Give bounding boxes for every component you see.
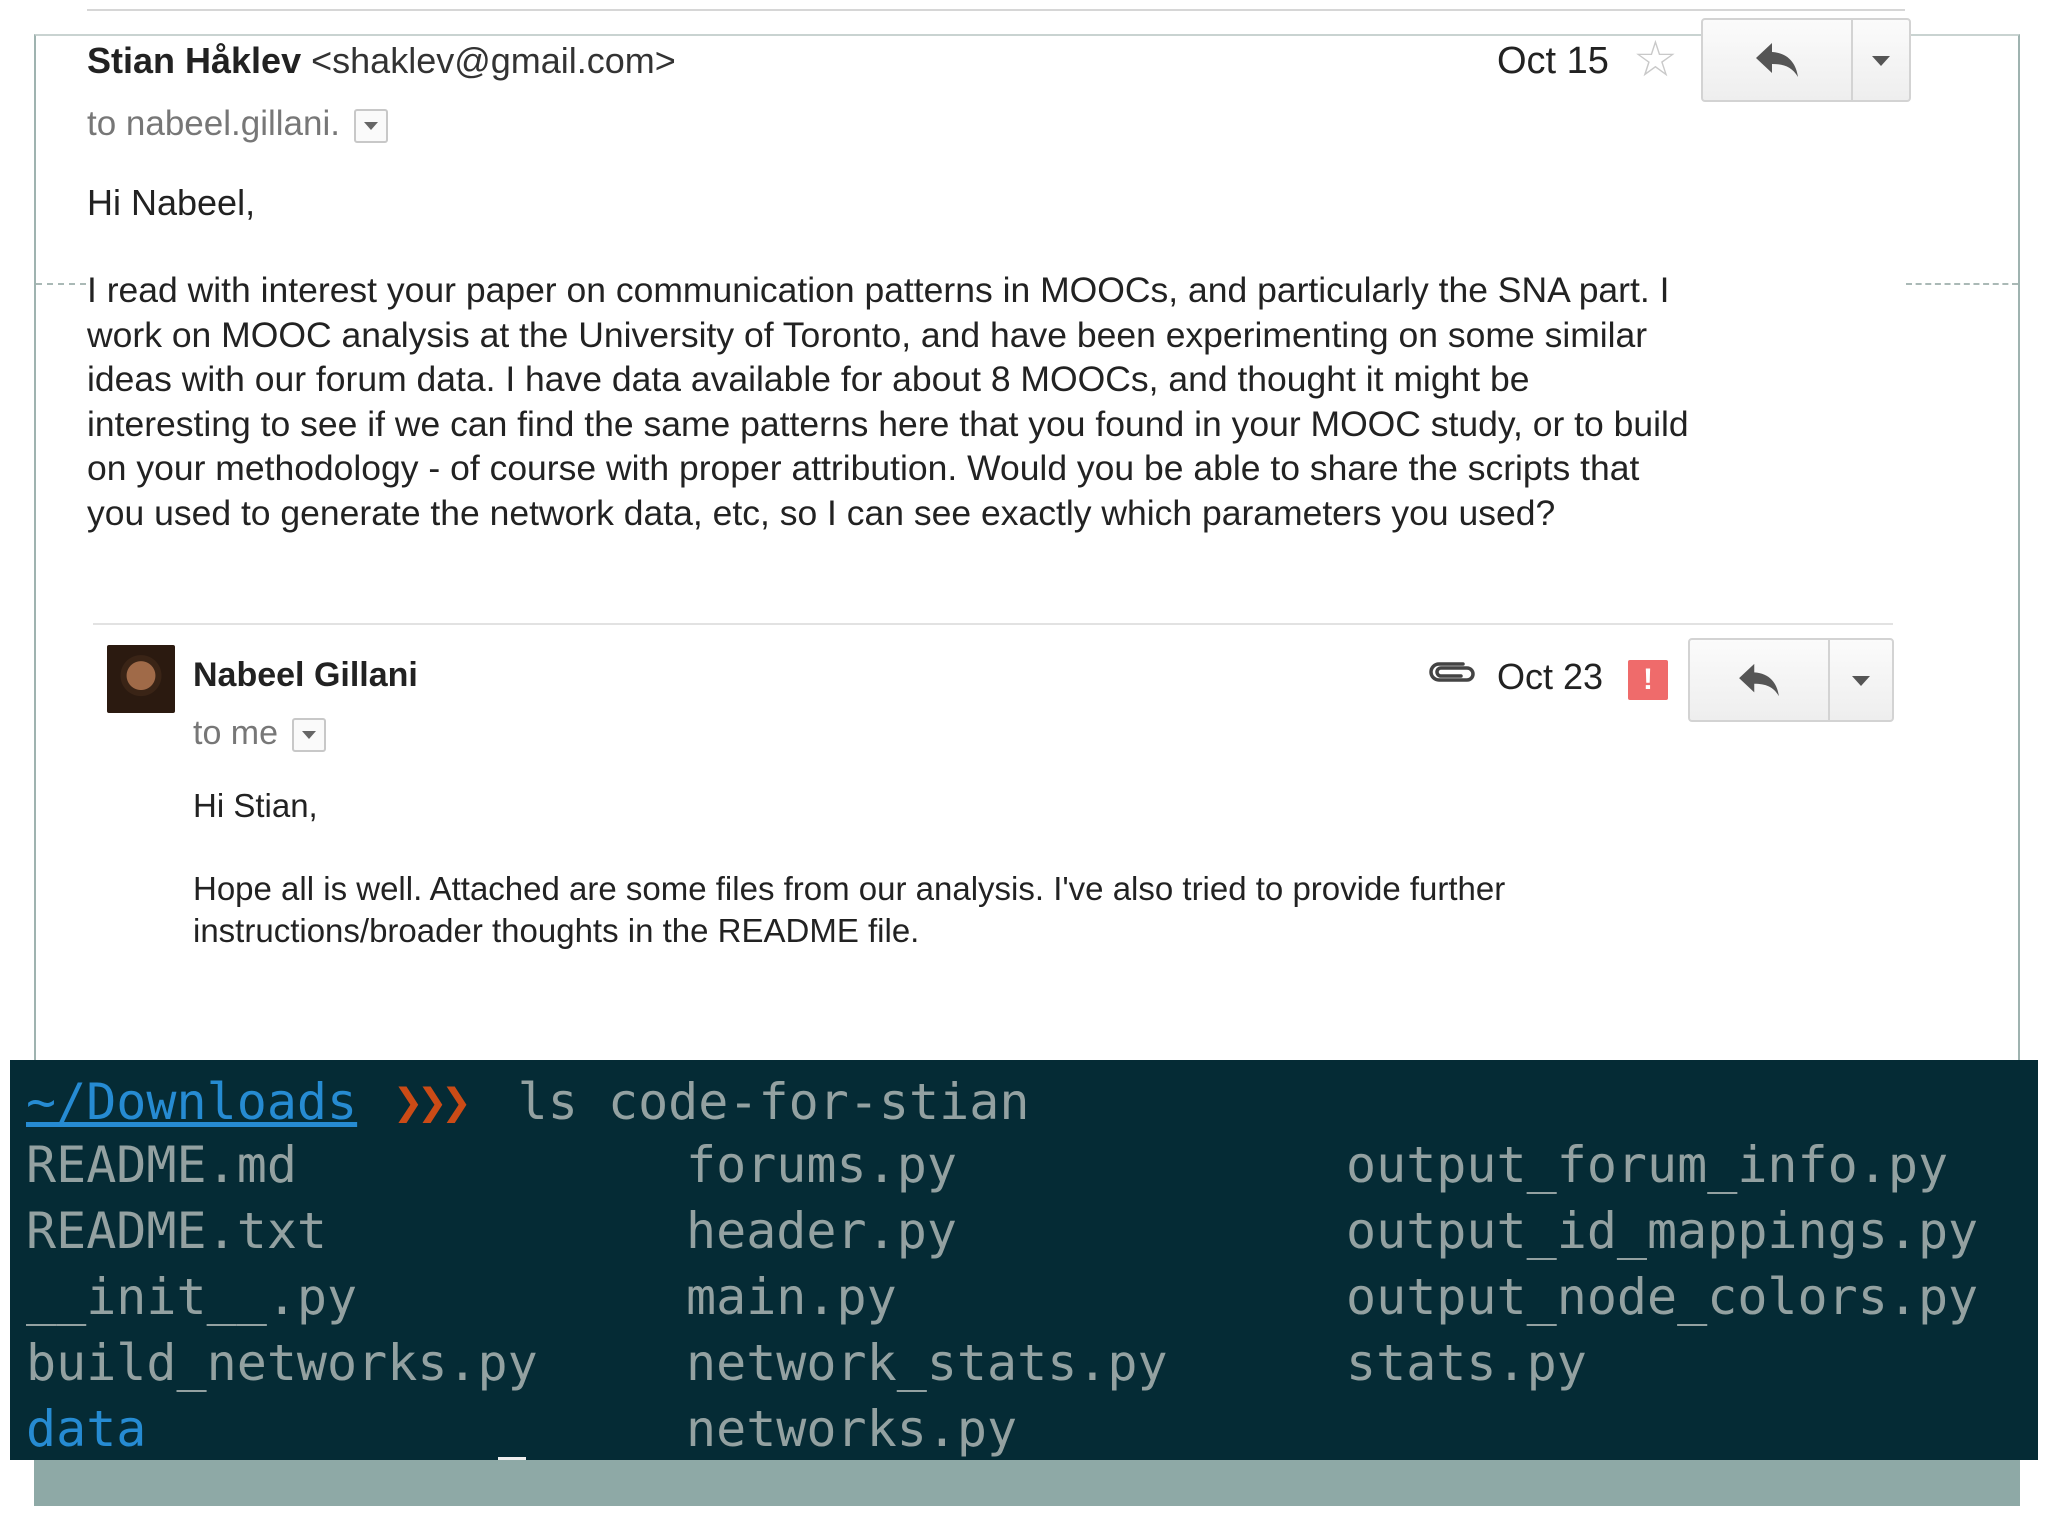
reply-recipients-text: to me	[193, 714, 279, 752]
terminal-window[interactable]: ~/Downloads ❯❯❯ ls code-for-stian README…	[10, 1060, 2038, 1460]
divider	[36, 283, 86, 285]
file-entry: output_node_colors.py	[1346, 1268, 1979, 1326]
file-entry: __init__.py	[26, 1268, 358, 1326]
file-entry: README.md	[26, 1136, 297, 1194]
reply-button-group	[1688, 638, 1894, 722]
message-date[interactable]: Oct 15	[1497, 40, 1609, 83]
reply-button[interactable]	[1690, 640, 1830, 720]
reply-button[interactable]	[1703, 20, 1853, 100]
body-line: Hope all is well. Attached are some file…	[193, 870, 1506, 907]
sender[interactable]: Stian Håklev <shaklev@gmail.com>	[87, 40, 676, 82]
terminal-command: ls code-for-stian	[517, 1073, 1030, 1131]
file-entry: header.py	[686, 1202, 957, 1260]
current-directory: ~/Downloads	[26, 1073, 358, 1131]
show-details-dropdown-icon[interactable]	[292, 718, 327, 753]
paperclip-icon	[1423, 654, 1479, 695]
body-line: instructions/broader thoughts in the REA…	[193, 912, 920, 949]
divider	[87, 9, 1905, 11]
email-message: Stian Håklev <shaklev@gmail.com> to nabe…	[87, 18, 1911, 1058]
file-list-column: README.md README.txt __init__.py build_n…	[26, 1132, 538, 1460]
recipients: to nabeel.gillani.	[87, 104, 388, 144]
terminal-prompt: ~/Downloads ❯❯❯ ls code-for-stian	[26, 1072, 1029, 1132]
bottom-bar	[34, 1460, 2020, 1506]
sender-address: <shaklev@gmail.com>	[311, 40, 676, 81]
reply-icon	[1756, 43, 1798, 77]
important-icon[interactable]: !	[1628, 660, 1668, 700]
recipients-text: to nabeel.gillani.	[87, 104, 340, 143]
reply-icon	[1739, 663, 1779, 697]
file-entry: stats.py	[1346, 1334, 1587, 1392]
divider	[1906, 283, 2018, 285]
file-list-column: output_forum_info.py output_id_mappings.…	[1346, 1132, 1978, 1396]
body-line: you used to generate the network data, e…	[87, 492, 1556, 533]
divider	[93, 623, 1893, 625]
more-actions-button[interactable]	[1830, 640, 1892, 720]
file-entry: README.txt	[26, 1202, 328, 1260]
file-list-column: forums.py header.py main.py network_stat…	[686, 1132, 1168, 1460]
avatar[interactable]	[107, 645, 175, 713]
reply-date[interactable]: Oct 23	[1497, 656, 1603, 698]
sender-name[interactable]: Stian Håklev	[87, 40, 301, 81]
file-entry: forums.py	[686, 1136, 957, 1194]
reply-sender-name[interactable]: Nabeel Gillani	[193, 656, 418, 695]
more-actions-button[interactable]	[1853, 20, 1909, 100]
body-line: I read with interest your paper on commu…	[87, 270, 1670, 310]
message-body: I read with interest your paper on commu…	[87, 268, 1887, 536]
body-line: interesting to see if we can find the sa…	[87, 403, 1689, 444]
file-entry: output_forum_info.py	[1346, 1136, 1949, 1194]
body-line: ideas with our forum data. I have data a…	[87, 359, 1530, 400]
file-entry: main.py	[686, 1268, 897, 1326]
reply-greeting: Hi Stian,	[193, 787, 318, 824]
message-greeting: Hi Nabeel,	[87, 182, 256, 223]
star-icon[interactable]: ☆	[1633, 34, 1678, 84]
file-entry: network_stats.py	[686, 1334, 1168, 1392]
reply-body: Hope all is well. Attached are some file…	[193, 868, 1843, 952]
body-line: work on MOOC analysis at the University …	[87, 314, 1648, 355]
file-entry: networks.py	[686, 1400, 1018, 1458]
directory-entry: data	[26, 1400, 147, 1458]
file-entry: output_id_mappings.py	[1346, 1202, 1979, 1260]
show-details-dropdown-icon[interactable]	[353, 108, 388, 143]
reply-button-group	[1701, 18, 1911, 102]
body-line: on your methodology - of course with pro…	[87, 448, 1640, 489]
reply-recipients: to me	[193, 714, 327, 753]
prompt-arrows: ❯❯❯	[393, 1073, 471, 1131]
file-entry: build_networks.py	[26, 1334, 538, 1392]
